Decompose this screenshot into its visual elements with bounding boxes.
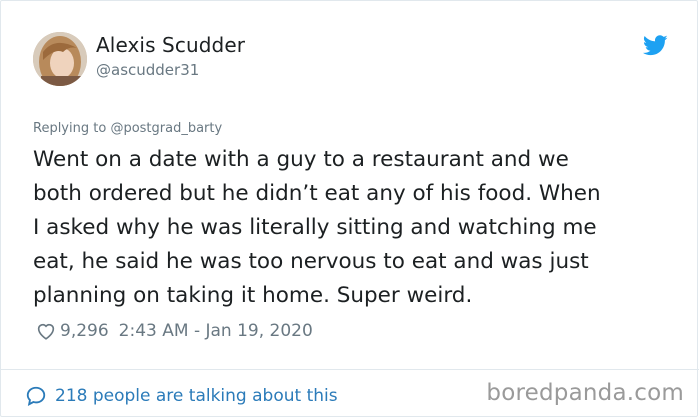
tweet-card: Alexis Scudder @ascudder31 Replying to @… [0,0,699,417]
reply-context: Replying to @postgrad_barty [33,121,222,136]
divider [1,369,699,370]
conversation-link-label[interactable]: 218 people are talking about this [55,386,338,406]
avatar[interactable] [33,32,87,86]
watermark: boredpanda.com [486,380,684,406]
user-handle[interactable]: @ascudder31 [96,61,199,79]
conversation-link[interactable]: 218 people are talking about this [25,383,338,409]
display-name[interactable]: Alexis Scudder [96,33,245,57]
tweet-meta: 9,296 2:43 AM - Jan 19, 2020 [35,319,313,343]
tweet-text: Went on a date with a guy to a restauran… [33,147,601,308]
heart-icon[interactable] [35,320,57,342]
tweet-timestamp[interactable]: 2:43 AM - Jan 19, 2020 [119,321,313,341]
reply-prefix: Replying to [33,121,111,136]
reply-mention-link[interactable]: @postgrad_barty [110,121,222,136]
speech-bubble-icon [26,386,46,406]
like-count[interactable]: 9,296 [60,321,109,341]
twitter-bird-icon[interactable] [643,35,668,56]
